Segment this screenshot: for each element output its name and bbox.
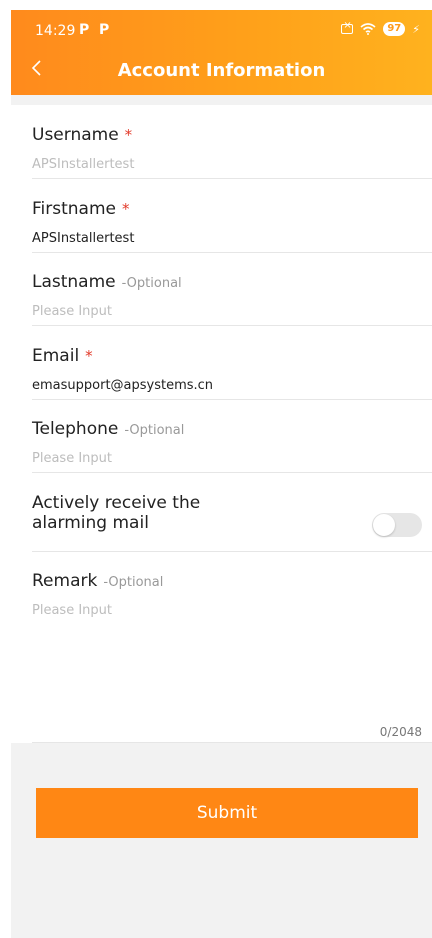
email-label: Email (32, 346, 80, 366)
alarm-mail-toggle[interactable] (372, 513, 422, 537)
remark-field[interactable]: Remark -Optional Please Input (32, 571, 432, 618)
optional-marker: -Optional (121, 276, 182, 291)
app-header: 14:29 P P 97 ⚡ Account Information (11, 10, 432, 95)
divider (32, 325, 432, 326)
account-form: Username * APSInstallertest Firstname * AP… (11, 105, 432, 743)
remark-label: Remark (32, 571, 98, 591)
alarm-mail-label-line1: Actively receive the (32, 493, 201, 513)
divider (32, 178, 432, 179)
page-title: Account Information (117, 60, 326, 81)
telephone-input[interactable]: Please Input (32, 451, 432, 466)
divider (32, 472, 432, 473)
telephone-field[interactable]: Telephone -Optional Please Input (32, 419, 432, 466)
status-icons: 97 ⚡ (341, 20, 420, 36)
optional-marker: -Optional (103, 575, 164, 590)
toggle-knob (373, 514, 395, 536)
firstname-field[interactable]: Firstname * APSInstallertest (32, 199, 432, 246)
status-time: 14:29 (35, 23, 76, 39)
divider (32, 551, 432, 552)
email-input[interactable]: emasupport@apsystems.cn (32, 378, 432, 393)
charging-icon: ⚡ (412, 22, 420, 36)
submit-button[interactable]: Submit (36, 788, 418, 838)
username-label: Username (32, 125, 119, 145)
divider (32, 399, 432, 400)
firstname-input[interactable]: APSInstallertest (32, 231, 432, 246)
telephone-label: Telephone (32, 419, 119, 439)
alarm-mail-label-line2: alarming mail (32, 513, 149, 533)
username-field: Username * APSInstallertest (32, 125, 432, 172)
remark-char-counter: 0/2048 (379, 725, 422, 739)
wifi-icon (360, 23, 376, 35)
parking-notification-icon: P (79, 22, 90, 38)
app-screen: 14:29 P P 97 ⚡ Account Information Usern… (11, 10, 432, 938)
required-marker: * (85, 347, 93, 365)
email-field[interactable]: Email * emasupport@apsystems.cn (32, 346, 432, 393)
required-marker: * (124, 126, 133, 144)
lastname-input[interactable]: Please Input (32, 304, 432, 319)
parking-notification-icon: P (99, 22, 110, 38)
remark-textarea[interactable]: Please Input (32, 603, 432, 618)
no-sim-icon (341, 20, 354, 34)
divider (32, 742, 432, 743)
lastname-label: Lastname (32, 272, 116, 292)
username-value: APSInstallertest (32, 157, 135, 172)
lastname-field[interactable]: Lastname -Optional Please Input (32, 272, 432, 319)
firstname-label: Firstname (32, 199, 116, 219)
battery-icon: 97 (383, 22, 406, 36)
optional-marker: -Optional (124, 423, 185, 438)
alarm-mail-field: Actively receive the alarming mail (32, 493, 362, 533)
divider (32, 252, 432, 253)
required-marker: * (122, 200, 130, 218)
